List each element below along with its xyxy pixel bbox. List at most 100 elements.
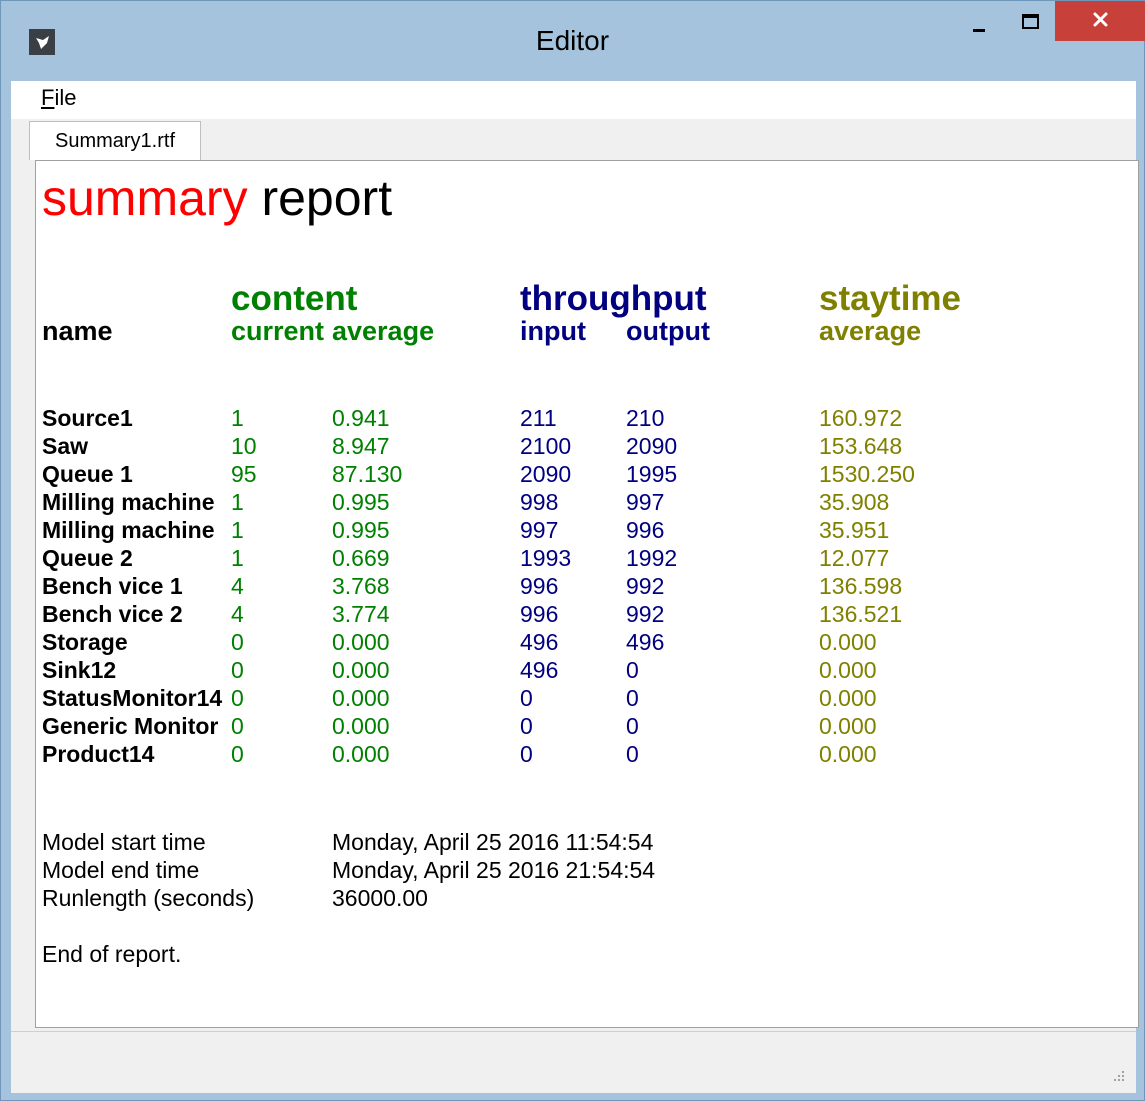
group-header-throughput: throughput xyxy=(520,279,707,318)
cell-output: 996 xyxy=(626,517,665,543)
menu-file[interactable]: File xyxy=(41,85,76,111)
cell-name: Product14 xyxy=(42,741,155,767)
cell-name: StatusMonitor14 xyxy=(42,685,223,711)
cell-staytime: 1530.250 xyxy=(819,461,915,487)
cell-staytime: 0.000 xyxy=(819,657,877,683)
cell-input: 496 xyxy=(520,657,559,683)
menu-file-mnemonic: F xyxy=(41,85,55,110)
cell-name: Saw xyxy=(42,433,89,459)
column-header-input: input xyxy=(520,316,586,346)
cell-current: 0 xyxy=(231,741,244,767)
footer-end-value: Monday, April 25 2016 21:54:54 xyxy=(332,857,656,883)
footer-start-value: Monday, April 25 2016 11:54:54 xyxy=(332,829,654,855)
cell-average: 8.947 xyxy=(332,433,390,459)
cell-input: 2100 xyxy=(520,433,572,459)
cell-name: Queue 2 xyxy=(42,545,133,571)
cell-average: 0.000 xyxy=(332,713,390,739)
cell-current: 1 xyxy=(231,545,244,571)
cell-average: 0.000 xyxy=(332,629,390,655)
cell-name: Generic Monitor xyxy=(42,713,219,739)
cell-output: 0 xyxy=(626,685,639,711)
group-header-staytime: staytime xyxy=(819,279,962,318)
cell-current: 0 xyxy=(231,685,244,711)
cell-staytime: 160.972 xyxy=(819,405,903,431)
cell-input: 0 xyxy=(520,741,533,767)
title-bar[interactable]: Editor xyxy=(1,1,1145,81)
tab-summary1-rtf[interactable]: Summary1.rtf xyxy=(29,121,201,161)
cell-average: 0.941 xyxy=(332,405,390,431)
cell-output: 997 xyxy=(626,489,665,515)
cell-name: Queue 1 xyxy=(42,461,133,487)
minimize-button[interactable] xyxy=(949,1,1009,55)
cell-name: Sink12 xyxy=(42,657,117,683)
cell-input: 0 xyxy=(520,713,533,739)
editor-window: Editor File Summary1.rtf summary report … xyxy=(0,0,1145,1101)
footer-run-value: 36000.00 xyxy=(332,885,428,911)
cell-average: 0.995 xyxy=(332,517,390,543)
cell-input: 496 xyxy=(520,629,559,655)
report-title: summary report xyxy=(42,169,392,227)
cell-input: 2090 xyxy=(520,461,572,487)
cell-average: 3.774 xyxy=(332,601,390,627)
cell-current: 1 xyxy=(231,517,244,543)
content-area: summary report content throughput stayti… xyxy=(11,160,1139,1032)
cell-output: 992 xyxy=(626,573,665,599)
cell-average: 0.000 xyxy=(332,685,390,711)
tab-strip: Summary1.rtf xyxy=(11,119,1136,161)
cell-input: 996 xyxy=(520,573,559,599)
footer-start-label: Model start time xyxy=(42,829,206,855)
cell-current: 1 xyxy=(231,489,244,515)
column-header-stay-average: average xyxy=(819,316,922,346)
document-view[interactable]: summary report content throughput stayti… xyxy=(35,160,1139,1028)
cell-current: 95 xyxy=(231,461,257,487)
cell-input: 211 xyxy=(520,405,557,431)
menu-file-label: ile xyxy=(54,85,77,110)
cell-average: 87.130 xyxy=(332,461,403,487)
cell-output: 0 xyxy=(626,657,639,683)
cell-input: 998 xyxy=(520,489,559,515)
report-title-red: summary xyxy=(42,170,248,226)
cell-average: 3.768 xyxy=(332,573,390,599)
footer-end-note: End of report. xyxy=(42,941,182,967)
cell-staytime: 35.908 xyxy=(819,489,890,515)
close-button[interactable] xyxy=(1055,1,1145,41)
menu-bar: File xyxy=(11,81,1136,119)
cell-input: 996 xyxy=(520,601,559,627)
cell-staytime: 136.521 xyxy=(819,601,903,627)
minimize-icon xyxy=(973,29,985,32)
footer-end-label: Model end time xyxy=(42,857,200,883)
cell-output: 0 xyxy=(626,713,639,739)
cell-average: 0.669 xyxy=(332,545,390,571)
column-header-average: average xyxy=(332,316,435,346)
column-header-current: current xyxy=(231,316,325,346)
footer-end-time: Model end time Monday, April 25 2016 21:… xyxy=(42,857,655,884)
cell-output: 992 xyxy=(626,601,665,627)
cell-staytime: 0.000 xyxy=(819,713,877,739)
cell-name: Bench vice 1 xyxy=(42,573,183,599)
cell-output: 2090 xyxy=(626,433,678,459)
cell-current: 0 xyxy=(231,629,244,655)
cell-average: 0.000 xyxy=(332,741,390,767)
cell-current: 4 xyxy=(231,601,244,627)
cell-average: 0.000 xyxy=(332,657,390,683)
footer-run-label: Runlength (seconds) xyxy=(42,885,255,911)
cell-output: 1992 xyxy=(626,545,678,571)
column-header-name: name xyxy=(42,316,113,346)
cell-input: 0 xyxy=(520,685,533,711)
cell-name: Storage xyxy=(42,629,128,655)
footer-start-time: Model start time Monday, April 25 2016 1… xyxy=(42,829,653,856)
cell-staytime: 153.648 xyxy=(819,433,903,459)
report-title-black: report xyxy=(247,170,393,226)
cell-average: 0.995 xyxy=(332,489,390,515)
group-header-content: content xyxy=(231,279,358,318)
cell-output: 1995 xyxy=(626,461,678,487)
cell-staytime: 35.951 xyxy=(819,517,890,543)
status-bar xyxy=(11,1031,1136,1093)
cell-name: Milling machine xyxy=(42,517,215,543)
cell-current: 0 xyxy=(231,713,244,739)
cell-current: 4 xyxy=(231,573,244,599)
cell-input: 1993 xyxy=(520,545,572,571)
maximize-icon xyxy=(1022,14,1039,29)
resize-grip-icon[interactable] xyxy=(1112,1069,1126,1083)
cell-staytime: 0.000 xyxy=(819,685,877,711)
